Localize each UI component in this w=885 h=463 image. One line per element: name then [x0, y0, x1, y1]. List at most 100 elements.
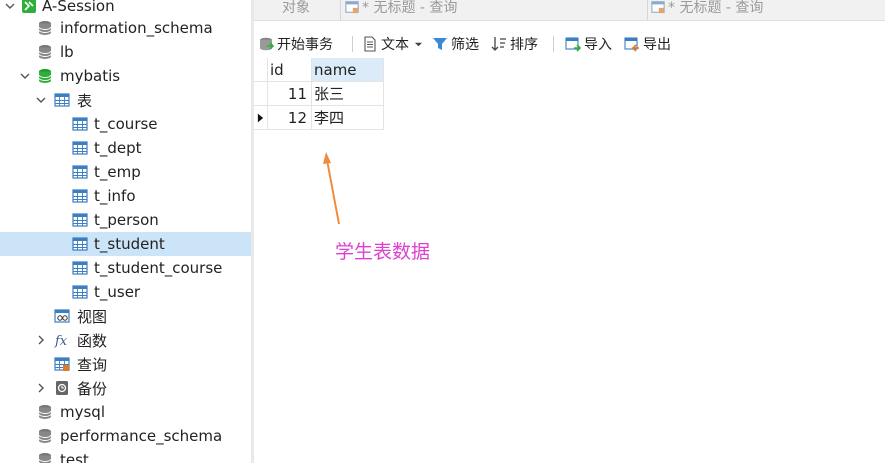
tree-item-queries[interactable]: 查询: [0, 352, 251, 376]
tab-objects[interactable]: 对象: [282, 0, 310, 17]
dropdown-arrow-icon[interactable]: [414, 40, 423, 49]
tree-item-label: lb: [60, 43, 74, 61]
grid-corner: [254, 58, 268, 82]
tree-item-tables-folder[interactable]: 表: [0, 88, 251, 112]
table-icon: [72, 260, 88, 276]
tree-item-views[interactable]: 视图: [0, 304, 251, 328]
column-header-name[interactable]: name: [312, 58, 384, 82]
document-icon: [364, 36, 376, 52]
tables-folder-icon: [54, 92, 70, 108]
row-indicator[interactable]: [254, 82, 268, 106]
backup-icon: [54, 380, 70, 396]
tree-item-label: t_person: [94, 211, 159, 229]
tree-item-label: 视图: [77, 307, 108, 326]
tree-item-mybatis[interactable]: mybatis: [0, 64, 251, 88]
view-icon: [54, 308, 70, 324]
database-icon: [37, 44, 53, 60]
tree-item-t-dept[interactable]: t_dept: [0, 136, 251, 160]
annotation-arrow: [323, 152, 340, 225]
function-icon: fx: [54, 332, 70, 348]
tree-item-label: mybatis: [60, 67, 121, 85]
tree-item-label: 表: [77, 91, 93, 110]
tree-item-information-schema[interactable]: information_schema: [0, 16, 251, 40]
tree-item-t-person[interactable]: t_person: [0, 208, 251, 232]
connection-icon: [21, 0, 37, 14]
query-icon: [54, 356, 70, 372]
tree-item-functions[interactable]: fx 函数: [0, 328, 251, 352]
chevron-right-icon[interactable]: [35, 382, 47, 394]
tree-item-lb[interactable]: lb: [0, 40, 251, 64]
tree-item-label: A-Session: [42, 0, 115, 15]
tab-untitled-query-1[interactable]: * 无标题 - 查询: [345, 0, 457, 17]
filter-icon: [433, 38, 447, 50]
chevron-down-icon[interactable]: [19, 70, 31, 82]
tree-item-label: 备份: [77, 379, 108, 398]
toolbar-divider: [352, 36, 353, 52]
export-button[interactable]: 导出: [624, 32, 671, 56]
current-row-arrow-icon: [257, 113, 264, 122]
table-icon: [72, 116, 88, 132]
tab-bar: 对象 * 无标题 - 查询 * 无标题 - 查询: [254, 0, 885, 21]
database-icon: [37, 452, 53, 463]
tree-item-label: t_student: [94, 235, 165, 253]
import-button[interactable]: 导入: [565, 32, 612, 56]
tab-label: * 无标题 - 查询: [362, 0, 458, 16]
query-tab-icon: [345, 1, 359, 14]
tree-item-label: performance_schema: [60, 427, 223, 445]
tree-item-t-info[interactable]: t_info: [0, 184, 251, 208]
database-icon: [37, 404, 53, 420]
database-active-icon: [37, 68, 53, 84]
annotation-label: 学生表数据: [335, 241, 431, 263]
tab-label: 对象: [282, 0, 310, 16]
chevron-right-icon[interactable]: [35, 334, 47, 346]
tree-item-mysql[interactable]: mysql: [0, 400, 251, 424]
table-icon: [72, 212, 88, 228]
tree-item-label: t_student_course: [94, 259, 223, 277]
chevron-down-icon[interactable]: [4, 0, 16, 12]
main-panel: 对象 * 无标题 - 查询 * 无标题 - 查询 开始事务 文本 筛选 排序 导…: [254, 0, 885, 463]
import-icon: [565, 37, 581, 52]
filter-button[interactable]: 筛选: [432, 32, 479, 56]
navigator-sidebar: A-Session information_schema lb mybatis …: [0, 0, 251, 463]
tree-item-label: t_info: [94, 187, 136, 205]
tab-untitled-query-2[interactable]: * 无标题 - 查询: [651, 0, 763, 17]
text-view-button[interactable]: 文本: [362, 32, 426, 56]
column-header-id[interactable]: id: [268, 58, 312, 82]
query-tab-icon: [651, 1, 665, 14]
cell-id[interactable]: 11: [268, 82, 312, 106]
table-icon: [72, 188, 88, 204]
begin-transaction-button[interactable]: 开始事务: [258, 32, 333, 56]
chevron-down-icon[interactable]: [35, 94, 47, 106]
cell-id[interactable]: 12: [268, 106, 312, 130]
tree-item-label: test: [60, 451, 89, 463]
svg-text:fx: fx: [54, 334, 68, 348]
tab-divider: [340, 0, 341, 20]
tree-item-t-emp[interactable]: t_emp: [0, 160, 251, 184]
tab-divider: [647, 0, 648, 20]
tree-item-test[interactable]: test: [0, 448, 251, 463]
tree-item-backups[interactable]: 备份: [0, 376, 251, 400]
sort-button[interactable]: 排序: [491, 32, 538, 56]
tree-item-label: t_emp: [94, 163, 141, 181]
table-icon: [72, 164, 88, 180]
cell-name[interactable]: 李四: [312, 106, 384, 130]
tree-item-performance-schema[interactable]: performance_schema: [0, 424, 251, 448]
current-row-indicator[interactable]: [254, 106, 268, 130]
tree-item-label: t_user: [94, 283, 141, 301]
tree-item-t-course[interactable]: t_course: [0, 112, 251, 136]
tree-item-label: t_course: [94, 115, 158, 133]
toolbar-divider: [553, 36, 554, 52]
tree-item-t-user[interactable]: t_user: [0, 280, 251, 304]
export-icon: [624, 37, 639, 52]
tab-label: * 无标题 - 查询: [668, 0, 764, 16]
tree-item-label: t_dept: [94, 139, 142, 157]
data-toolbar: 开始事务 文本 筛选 排序 导入 导出: [254, 30, 885, 58]
database-icon: [37, 20, 53, 36]
table-icon: [72, 140, 88, 156]
transaction-icon: [260, 37, 274, 51]
cell-name[interactable]: 张三: [312, 82, 384, 106]
tree-item-t-student-course[interactable]: t_student_course: [0, 256, 251, 280]
tree-item-label: 查询: [77, 355, 108, 374]
tree-item-label: 函数: [77, 331, 108, 350]
tree-item-t-student[interactable]: t_student: [0, 232, 251, 256]
